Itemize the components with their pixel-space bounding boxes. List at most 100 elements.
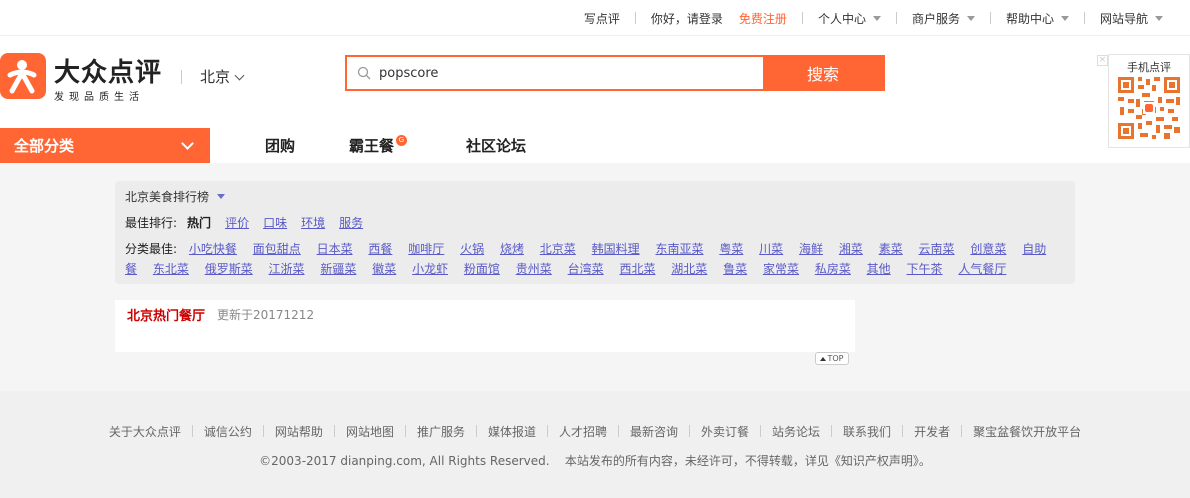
top-utility-bar: 写点评 你好，请登录 免费注册 个人中心 商户服务 帮助中心 网站导航: [0, 0, 1190, 36]
back-to-top-button[interactable]: TOP: [815, 352, 849, 365]
caret-down-icon: [872, 15, 881, 21]
category-link[interactable]: 贵州菜: [516, 262, 552, 276]
category-link[interactable]: 粤菜: [719, 242, 743, 256]
category-link[interactable]: 私房菜: [815, 262, 851, 276]
best-ranking-row: 最佳排行: 热门 评价 口味 环境 服务: [125, 214, 377, 231]
best-ranking-item[interactable]: 服务: [339, 214, 363, 231]
best-ranking-item[interactable]: 环境: [301, 214, 325, 231]
category-link[interactable]: 下午茶: [907, 262, 943, 276]
merchant-services-menu[interactable]: 商户服务: [897, 10, 990, 27]
caret-down-icon: [966, 15, 975, 21]
category-link[interactable]: 咖啡厅: [408, 242, 444, 256]
category-link[interactable]: 素菜: [879, 242, 903, 256]
register-link[interactable]: 免费注册: [727, 10, 802, 27]
footer-link[interactable]: 网站帮助: [275, 423, 323, 440]
footer: 关于大众点评 诚信公约 网站帮助 网站地图 推广服务 媒体报道 人才招聘 最新咨询 外卖订餐 站务…: [0, 391, 1190, 498]
footer-link[interactable]: 联系我们: [843, 423, 891, 440]
best-ranking-label: 最佳排行:: [125, 216, 178, 230]
category-link[interactable]: 湘菜: [839, 242, 863, 256]
login-link[interactable]: 你好，请登录: [636, 10, 727, 27]
best-ranking-item[interactable]: 热门: [187, 214, 211, 231]
tab-community-forum[interactable]: 社区论坛: [466, 128, 526, 163]
category-link[interactable]: 新疆菜: [320, 262, 356, 276]
category-best-label: 分类最佳:: [125, 242, 178, 256]
divider: [961, 425, 963, 437]
footer-link[interactable]: 关于大众点评: [109, 423, 181, 440]
category-best-list: 分类最佳: 小吃快餐 面包甜点 日本菜 西餐 咖啡厅 火锅 烧烤 北京菜 韩国料…: [125, 239, 1067, 279]
ranking-title: 北京美食排行榜: [125, 190, 210, 204]
category-link[interactable]: 烧烤: [500, 242, 524, 256]
site-nav-menu[interactable]: 网站导航: [1085, 10, 1178, 27]
search-input[interactable]: popscore: [347, 57, 763, 89]
help-center-label: 帮助中心: [1005, 11, 1054, 26]
category-link[interactable]: 川菜: [759, 242, 783, 256]
category-link[interactable]: 徽菜: [372, 262, 396, 276]
category-link[interactable]: 韩国料理: [592, 242, 640, 256]
help-center-menu[interactable]: 帮助中心: [991, 10, 1084, 27]
footer-link[interactable]: 人才招聘: [559, 423, 607, 440]
hot-restaurants-title[interactable]: 北京热门餐厅: [127, 305, 205, 324]
category-link[interactable]: 海鲜: [799, 242, 823, 256]
site-nav-label: 网站导航: [1099, 11, 1148, 26]
tab-free-meal[interactable]: 霸王餐 G: [349, 128, 408, 163]
divider: [902, 425, 904, 437]
arrow-up-icon: [820, 356, 827, 361]
footer-link[interactable]: 诚信公约: [204, 423, 252, 440]
category-link[interactable]: 小吃快餐: [189, 242, 237, 256]
write-review-link[interactable]: 写点评: [569, 10, 635, 27]
divider: [618, 425, 619, 437]
category-link[interactable]: 东北菜: [153, 262, 189, 276]
category-link[interactable]: 日本菜: [317, 242, 353, 256]
category-link[interactable]: 面包甜点: [253, 242, 301, 256]
brand-name[interactable]: 大众点评: [54, 52, 162, 89]
category-link[interactable]: 江浙菜: [269, 262, 305, 276]
best-ranking-item[interactable]: 评价: [225, 214, 249, 231]
main-nav: 全部分类 团购 霸王餐 G 社区论坛: [0, 128, 1190, 163]
category-link[interactable]: 俄罗斯菜: [205, 262, 253, 276]
all-categories-button[interactable]: 全部分类: [0, 128, 210, 163]
divider: [760, 425, 762, 437]
footer-link[interactable]: 开发者: [914, 423, 950, 440]
category-link[interactable]: 小龙虾: [412, 262, 448, 276]
divider: [546, 425, 548, 437]
close-icon[interactable]: ×: [1097, 55, 1108, 66]
category-link[interactable]: 创意菜: [970, 242, 1006, 256]
tab-group-buy[interactable]: 团购: [265, 128, 295, 163]
search-bar: popscore 搜索: [345, 55, 885, 91]
footer-link[interactable]: 媒体报道: [488, 423, 536, 440]
divider: [689, 425, 691, 437]
footer-link[interactable]: 网站地图: [346, 423, 394, 440]
category-link[interactable]: 火锅: [460, 242, 484, 256]
brand-logo-icon[interactable]: [0, 53, 46, 99]
category-link[interactable]: 鲁菜: [723, 262, 747, 276]
footer-link[interactable]: 站务论坛: [772, 423, 820, 440]
city-selector[interactable]: 北京: [200, 66, 245, 87]
search-button[interactable]: 搜索: [763, 57, 883, 89]
footer-link[interactable]: 最新咨询: [630, 423, 678, 440]
chevron-down-icon: [234, 70, 245, 80]
category-link[interactable]: 北京菜: [540, 242, 576, 256]
category-link[interactable]: 粉面馆: [464, 262, 500, 276]
category-link[interactable]: 人气餐厅: [958, 262, 1006, 276]
category-link[interactable]: 其他: [867, 262, 891, 276]
category-link[interactable]: 西餐: [368, 242, 392, 256]
divider: [262, 425, 264, 437]
search-input-value: popscore: [379, 65, 439, 81]
category-link[interactable]: 西北菜: [619, 262, 655, 276]
best-ranking-item[interactable]: 口味: [263, 214, 287, 231]
divider: [475, 425, 477, 437]
footer-link[interactable]: 聚宝盆餐饮开放平台: [973, 423, 1081, 440]
footer-links: 关于大众点评 诚信公约 网站帮助 网站地图 推广服务 媒体报道 人才招聘 最新咨询 外卖订餐 站务…: [0, 423, 1190, 440]
category-link[interactable]: 东南亚菜: [655, 242, 703, 256]
category-link[interactable]: 湖北菜: [671, 262, 707, 276]
tab-label: 团购: [265, 137, 296, 155]
category-link[interactable]: 家常菜: [763, 262, 799, 276]
top-utility-items: 写点评 你好，请登录 免费注册 个人中心 商户服务 帮助中心 网站导航: [569, 0, 1178, 36]
category-link[interactable]: 云南菜: [919, 242, 955, 256]
category-link[interactable]: 台湾菜: [568, 262, 604, 276]
ranking-title-dropdown[interactable]: 北京美食排行榜: [125, 188, 226, 205]
footer-link[interactable]: 推广服务: [417, 423, 465, 440]
footer-link[interactable]: 外卖订餐: [701, 423, 749, 440]
personal-center-menu[interactable]: 个人中心: [803, 10, 896, 27]
main-content: 北京美食排行榜 最佳排行: 热门 评价 口味 环境 服务 分类最佳: 小吃快餐 …: [0, 163, 1190, 391]
